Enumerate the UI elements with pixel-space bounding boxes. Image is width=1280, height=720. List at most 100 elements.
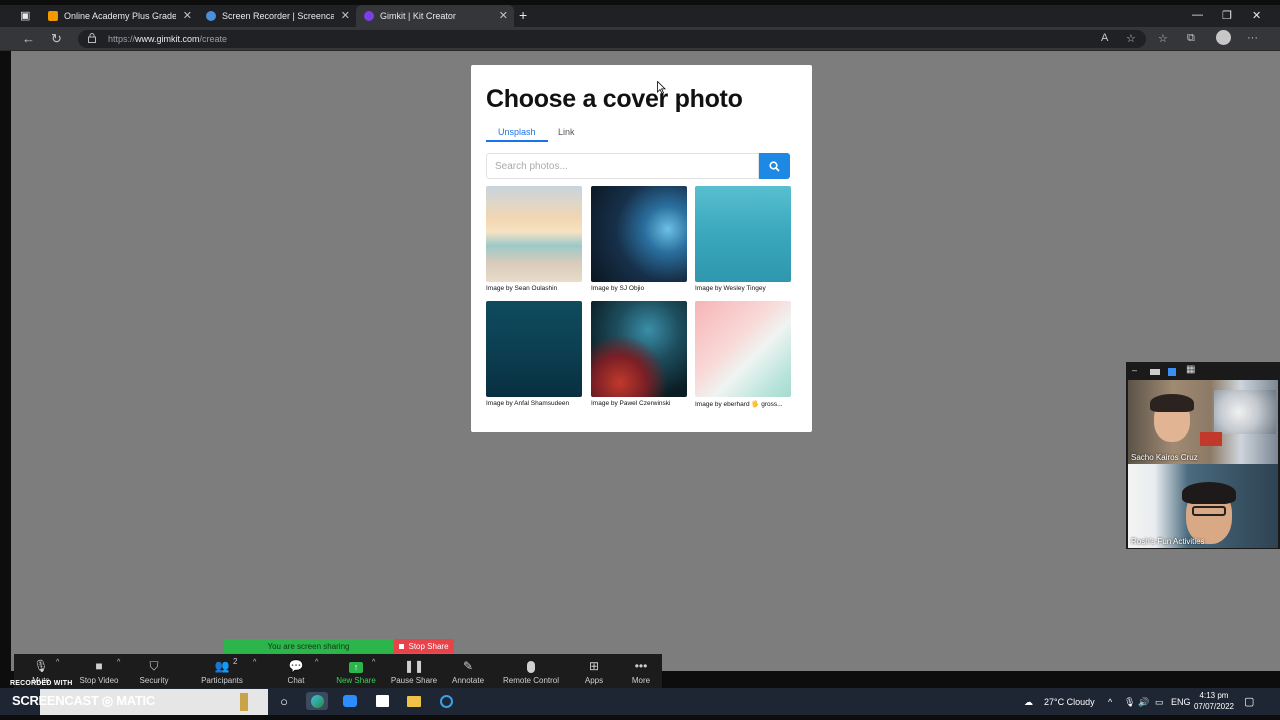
reload-icon[interactable]: ↻ bbox=[51, 31, 62, 47]
favicon-icon bbox=[206, 11, 216, 21]
chat-icon: 💬 bbox=[288, 659, 304, 673]
network-icon[interactable]: ▭ bbox=[1155, 697, 1164, 708]
photo-image-smoke[interactable] bbox=[591, 186, 687, 282]
chevron-up-icon[interactable]: ^ bbox=[372, 659, 375, 666]
new-share-button[interactable]: ↑ New Share bbox=[336, 654, 376, 688]
cloud-icon: ☁ bbox=[1024, 697, 1033, 707]
chevron-up-icon[interactable]: ^ bbox=[56, 659, 59, 666]
apps-icon: ⊞ bbox=[588, 659, 600, 673]
url-domain: www.gimkit.com bbox=[135, 34, 200, 44]
favorite-star-icon[interactable]: ☆ bbox=[1126, 32, 1136, 45]
participants-label: Participants bbox=[201, 676, 243, 685]
photo-caption: Image by Anfal Shamsudeen bbox=[486, 400, 570, 407]
close-icon[interactable]: ✕ bbox=[341, 9, 350, 22]
chevron-up-icon[interactable]: ^ bbox=[1108, 697, 1112, 707]
security-button[interactable]: ⛉ Security bbox=[136, 654, 172, 688]
new-tab-button[interactable]: + bbox=[519, 7, 527, 23]
apps-button[interactable]: ⊞ Apps bbox=[582, 654, 606, 688]
pause-share-button[interactable]: ❚❚ Pause Share bbox=[390, 654, 438, 688]
weather-text[interactable]: 27°C Cloudy bbox=[1044, 697, 1095, 707]
search-highlight-image bbox=[240, 693, 248, 711]
collections-icon[interactable]: ⧉ bbox=[1187, 32, 1195, 45]
security-label: Security bbox=[139, 676, 169, 685]
file-explorer-icon[interactable] bbox=[405, 692, 423, 710]
url-field[interactable]: https://www.gimkit.com/create bbox=[78, 30, 1146, 48]
stop-video-button[interactable]: ■ Stop Video bbox=[76, 654, 122, 688]
background-decor bbox=[1214, 390, 1276, 434]
photo-image-beach[interactable] bbox=[486, 186, 582, 282]
close-icon[interactable]: ✕ bbox=[183, 9, 192, 22]
video-tile[interactable]: Rosh's Fun Activities bbox=[1128, 464, 1278, 548]
tab-gimkit[interactable]: Gimkit | Kit Creator ✕ bbox=[356, 5, 514, 27]
lock-icon bbox=[88, 33, 96, 43]
chevron-up-icon[interactable]: ^ bbox=[117, 659, 120, 666]
chevron-up-icon[interactable]: ^ bbox=[253, 659, 256, 666]
chevron-up-icon[interactable]: ^ bbox=[315, 659, 318, 666]
sharing-indicator[interactable]: You are screen sharing bbox=[224, 639, 393, 653]
address-bar: ← ↻ https://www.gimkit.com/create A ☆ ☆ … bbox=[0, 27, 1280, 51]
profile-avatar[interactable] bbox=[1216, 30, 1231, 45]
photo-card[interactable]: Image by Wesley Tingey bbox=[695, 186, 791, 292]
tab-link[interactable]: Link bbox=[546, 122, 587, 142]
search-photos-input[interactable] bbox=[486, 153, 759, 179]
photo-image-dark-teal[interactable] bbox=[486, 301, 582, 397]
photo-caption: Image by SJ Objio bbox=[591, 285, 645, 292]
favorites-icon[interactable]: ☆ bbox=[1158, 32, 1168, 45]
photo-card[interactable]: Image by Pawel Czerwinski bbox=[591, 301, 687, 407]
minimize-icon[interactable]: — bbox=[1192, 9, 1203, 21]
tab-screen-recorder[interactable]: Screen Recorder | Screencast-O ✕ bbox=[198, 5, 356, 27]
browser-tab-bar: ▣ Online Academy Plus Grade 2 - ✕ Screen… bbox=[0, 5, 1280, 27]
window-close-icon[interactable]: ✕ bbox=[1252, 9, 1261, 22]
recorded-with-label: RECORDED WITH bbox=[10, 680, 73, 687]
background-decor bbox=[1200, 432, 1222, 446]
pause-share-label: Pause Share bbox=[390, 676, 438, 685]
store-icon[interactable] bbox=[373, 692, 391, 710]
notification-icon[interactable]: ▢ bbox=[1244, 695, 1254, 708]
annotate-button[interactable]: ✎ Annotate bbox=[450, 654, 486, 688]
photo-caption: Image by Wesley Tingey bbox=[695, 285, 766, 292]
participants-count: 2 bbox=[233, 657, 238, 666]
photo-card[interactable]: Image by SJ Objio bbox=[591, 186, 687, 292]
taskbar-clock[interactable]: 4:13 pm 07/07/2022 bbox=[1190, 690, 1238, 712]
microphone-tray-icon[interactable]: 🎙 bbox=[1124, 697, 1135, 708]
close-icon[interactable]: ✕ bbox=[499, 9, 508, 22]
favicon-icon bbox=[48, 11, 58, 21]
photo-card[interactable]: Image by Sean Oulashin bbox=[486, 186, 582, 292]
view-single-icon[interactable] bbox=[1150, 369, 1160, 375]
photo-image-ink[interactable] bbox=[591, 301, 687, 397]
video-icon: ■ bbox=[95, 659, 103, 673]
share-icon: ↑ bbox=[349, 658, 363, 676]
remote-control-button[interactable]: Remote Control bbox=[502, 654, 560, 688]
tab-actions-icon[interactable]: ▣ bbox=[20, 9, 30, 22]
photo-card[interactable]: Image by eberhard 🖐 gross... bbox=[695, 301, 791, 408]
photo-card[interactable]: Image by Anfal Shamsudeen bbox=[486, 301, 582, 407]
mouse-icon bbox=[527, 658, 535, 676]
restore-icon[interactable]: ❐ bbox=[1222, 9, 1232, 22]
view-grid-icon[interactable]: ▦ bbox=[1186, 364, 1195, 375]
photo-image-pastel[interactable] bbox=[695, 301, 791, 397]
video-tile[interactable]: Sacho Kairos Cruz bbox=[1128, 380, 1278, 464]
tab-unsplash[interactable]: Unsplash bbox=[486, 122, 548, 142]
stop-share-button[interactable]: Stop Share bbox=[394, 639, 454, 653]
edge-browser-icon[interactable] bbox=[306, 692, 328, 710]
view-stack-icon[interactable] bbox=[1168, 368, 1176, 376]
read-aloud-icon[interactable]: A bbox=[1101, 32, 1108, 44]
tab-online-academy[interactable]: Online Academy Plus Grade 2 - ✕ bbox=[40, 5, 198, 27]
tab-title: Online Academy Plus Grade 2 - bbox=[64, 11, 176, 21]
zoom-app-icon[interactable] bbox=[341, 692, 359, 710]
minimize-panel-icon[interactable]: – bbox=[1132, 365, 1137, 375]
language-indicator[interactable]: ENG bbox=[1171, 697, 1191, 707]
screencast-app-icon[interactable] bbox=[437, 692, 455, 710]
more-label: More bbox=[631, 676, 651, 685]
search-button[interactable] bbox=[759, 153, 790, 179]
more-menu-icon[interactable]: ··· bbox=[1247, 32, 1258, 44]
clock-time: 4:13 pm bbox=[1199, 691, 1229, 700]
chat-button[interactable]: 💬 Chat bbox=[284, 654, 308, 688]
more-button[interactable]: ••• More bbox=[628, 654, 654, 688]
volume-icon[interactable]: 🔊 bbox=[1138, 697, 1149, 708]
back-icon[interactable]: ← bbox=[22, 31, 35, 46]
task-view-icon[interactable]: ○ bbox=[275, 692, 293, 710]
pause-icon: ❚❚ bbox=[403, 659, 425, 673]
remote-control-label: Remote Control bbox=[502, 676, 560, 685]
photo-image-water[interactable] bbox=[695, 186, 791, 282]
